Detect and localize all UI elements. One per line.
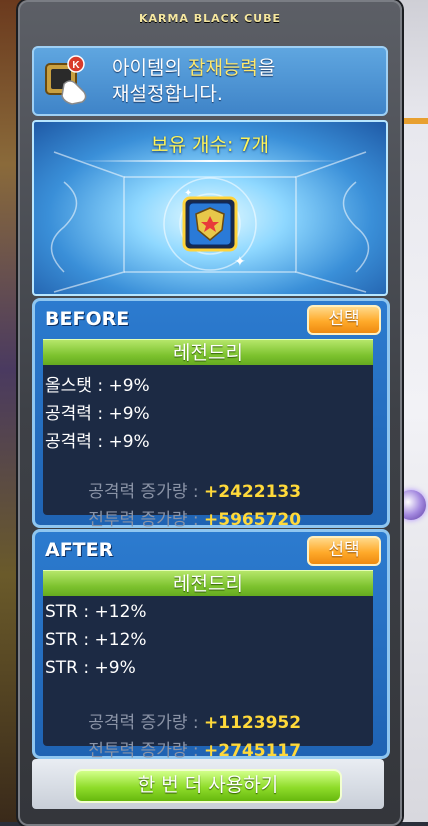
after-panel: AFTER 선택 레전드리 STR : +12% STR : +12% STR … bbox=[32, 529, 390, 761]
cube-count-divider bbox=[74, 160, 346, 162]
after-label: AFTER bbox=[45, 539, 114, 561]
before-option-line: 올스탯 : +9% bbox=[45, 376, 150, 396]
sparkle-icon: ✦ bbox=[184, 188, 193, 199]
info-box: K 아이템의 잠재능력을 재설정합니다. bbox=[32, 46, 388, 116]
svg-text:K: K bbox=[72, 60, 80, 71]
cube-count: 보유 개수: 7개 bbox=[151, 134, 269, 156]
info-text-suffix: 을 bbox=[257, 57, 276, 79]
before-grade-bar: 레전드리 bbox=[43, 339, 373, 366]
after-option-line: STR : +12% bbox=[45, 630, 147, 650]
sparkle-icon: ✦ bbox=[234, 254, 246, 270]
before-power-increase-label: 전투력 증가량 : bbox=[88, 510, 205, 530]
info-text-line2: 재설정합니다. bbox=[112, 83, 223, 105]
equipment-slot-icon[interactable] bbox=[182, 196, 238, 252]
before-option-line: 공격력 : +9% bbox=[45, 404, 150, 424]
before-power-increase-value: +5965720 bbox=[204, 510, 302, 530]
before-label: BEFORE bbox=[45, 308, 130, 330]
after-option-line: STR : +12% bbox=[45, 602, 147, 622]
after-power-increase-label: 전투력 증가량 : bbox=[88, 741, 205, 761]
karma-cube-hand-icon: K bbox=[42, 54, 96, 108]
info-text: 아이템의 잠재능력을 재설정합니다. bbox=[112, 55, 382, 107]
after-power-increase-value: +2745117 bbox=[204, 741, 302, 761]
after-select-button[interactable]: 선택 bbox=[307, 536, 381, 566]
info-text-prefix: 아이템의 bbox=[112, 57, 188, 79]
info-text-highlight: 잠재능력 bbox=[187, 57, 258, 79]
before-option-line: 공격력 : +9% bbox=[45, 432, 150, 452]
use-again-button[interactable]: 한 번 더 사용하기 bbox=[74, 769, 342, 803]
karma-black-cube-window: KARMA BLACK CUBE K 아이템의 잠재능력을 재설정합니다. 보유… bbox=[18, 0, 402, 826]
before-panel: BEFORE 선택 레전드리 올스탯 : +9% 공격력 : +9% 공격력 :… bbox=[32, 298, 390, 530]
after-option-list: STR : +12% STR : +12% STR : +9% 공격력 증가량 … bbox=[43, 596, 373, 761]
after-option-line: STR : +9% bbox=[45, 658, 136, 678]
after-grade-bar: 레전드리 bbox=[43, 570, 373, 597]
cube-display-panel: 보유 개수: 7개 ✦ ✦ bbox=[32, 120, 388, 296]
window-title: KARMA BLACK CUBE bbox=[138, 12, 282, 25]
before-select-button[interactable]: 선택 bbox=[307, 305, 381, 335]
before-option-list: 올스탯 : +9% 공격력 : +9% 공격력 : +9% 공격력 증가량 : … bbox=[43, 365, 373, 530]
